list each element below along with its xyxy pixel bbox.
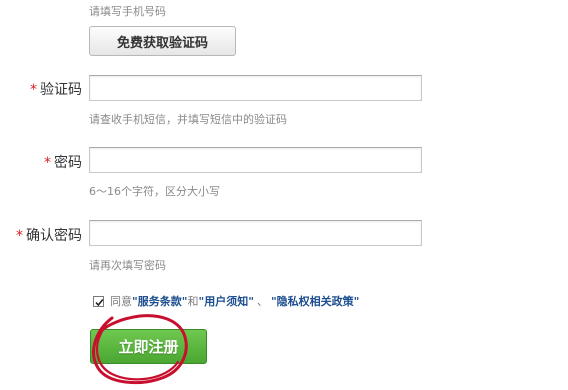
agree-separator: 、 (256, 295, 268, 308)
code-input[interactable] (89, 75, 422, 101)
code-label: * 验证码 (2, 79, 82, 99)
required-mark: * (30, 82, 37, 98)
user-notice-link[interactable]: "用户须知" (198, 293, 253, 309)
confirm-password-label-text: 确认密码 (26, 228, 82, 244)
agree-joiner: 和 (187, 295, 199, 308)
confirm-password-label: * 确认密码 (2, 225, 82, 245)
password-label-text: 密码 (54, 155, 82, 171)
get-code-button[interactable]: 免费获取验证码 (89, 26, 236, 56)
password-hint: 6～16个字符，区分大小写 (89, 185, 220, 198)
register-button[interactable]: 立即注册 (90, 329, 207, 364)
agree-checkbox[interactable] (93, 295, 104, 307)
annotation-circle (92, 314, 188, 385)
check-icon (95, 298, 104, 306)
privacy-policy-link[interactable]: "隐私权相关政策" (271, 293, 359, 309)
required-mark: * (44, 155, 51, 171)
code-hint: 请查收手机短信，并填写短信中的验证码 (89, 113, 287, 126)
code-label-text: 验证码 (40, 82, 82, 98)
confirm-password-hint: 请再次填写密码 (89, 259, 166, 272)
phone-hint: 请填写手机号码 (89, 5, 166, 18)
password-input[interactable] (89, 147, 422, 173)
required-mark: * (16, 228, 23, 244)
agree-prefix: 同意 (110, 295, 132, 308)
service-terms-link[interactable]: "服务条款" (132, 293, 187, 309)
agreement-row: 同意 "服务条款" 和 "用户须知" 、 "隐私权相关政策" (93, 293, 359, 309)
confirm-password-input[interactable] (89, 220, 422, 246)
password-label: * 密码 (2, 152, 82, 172)
